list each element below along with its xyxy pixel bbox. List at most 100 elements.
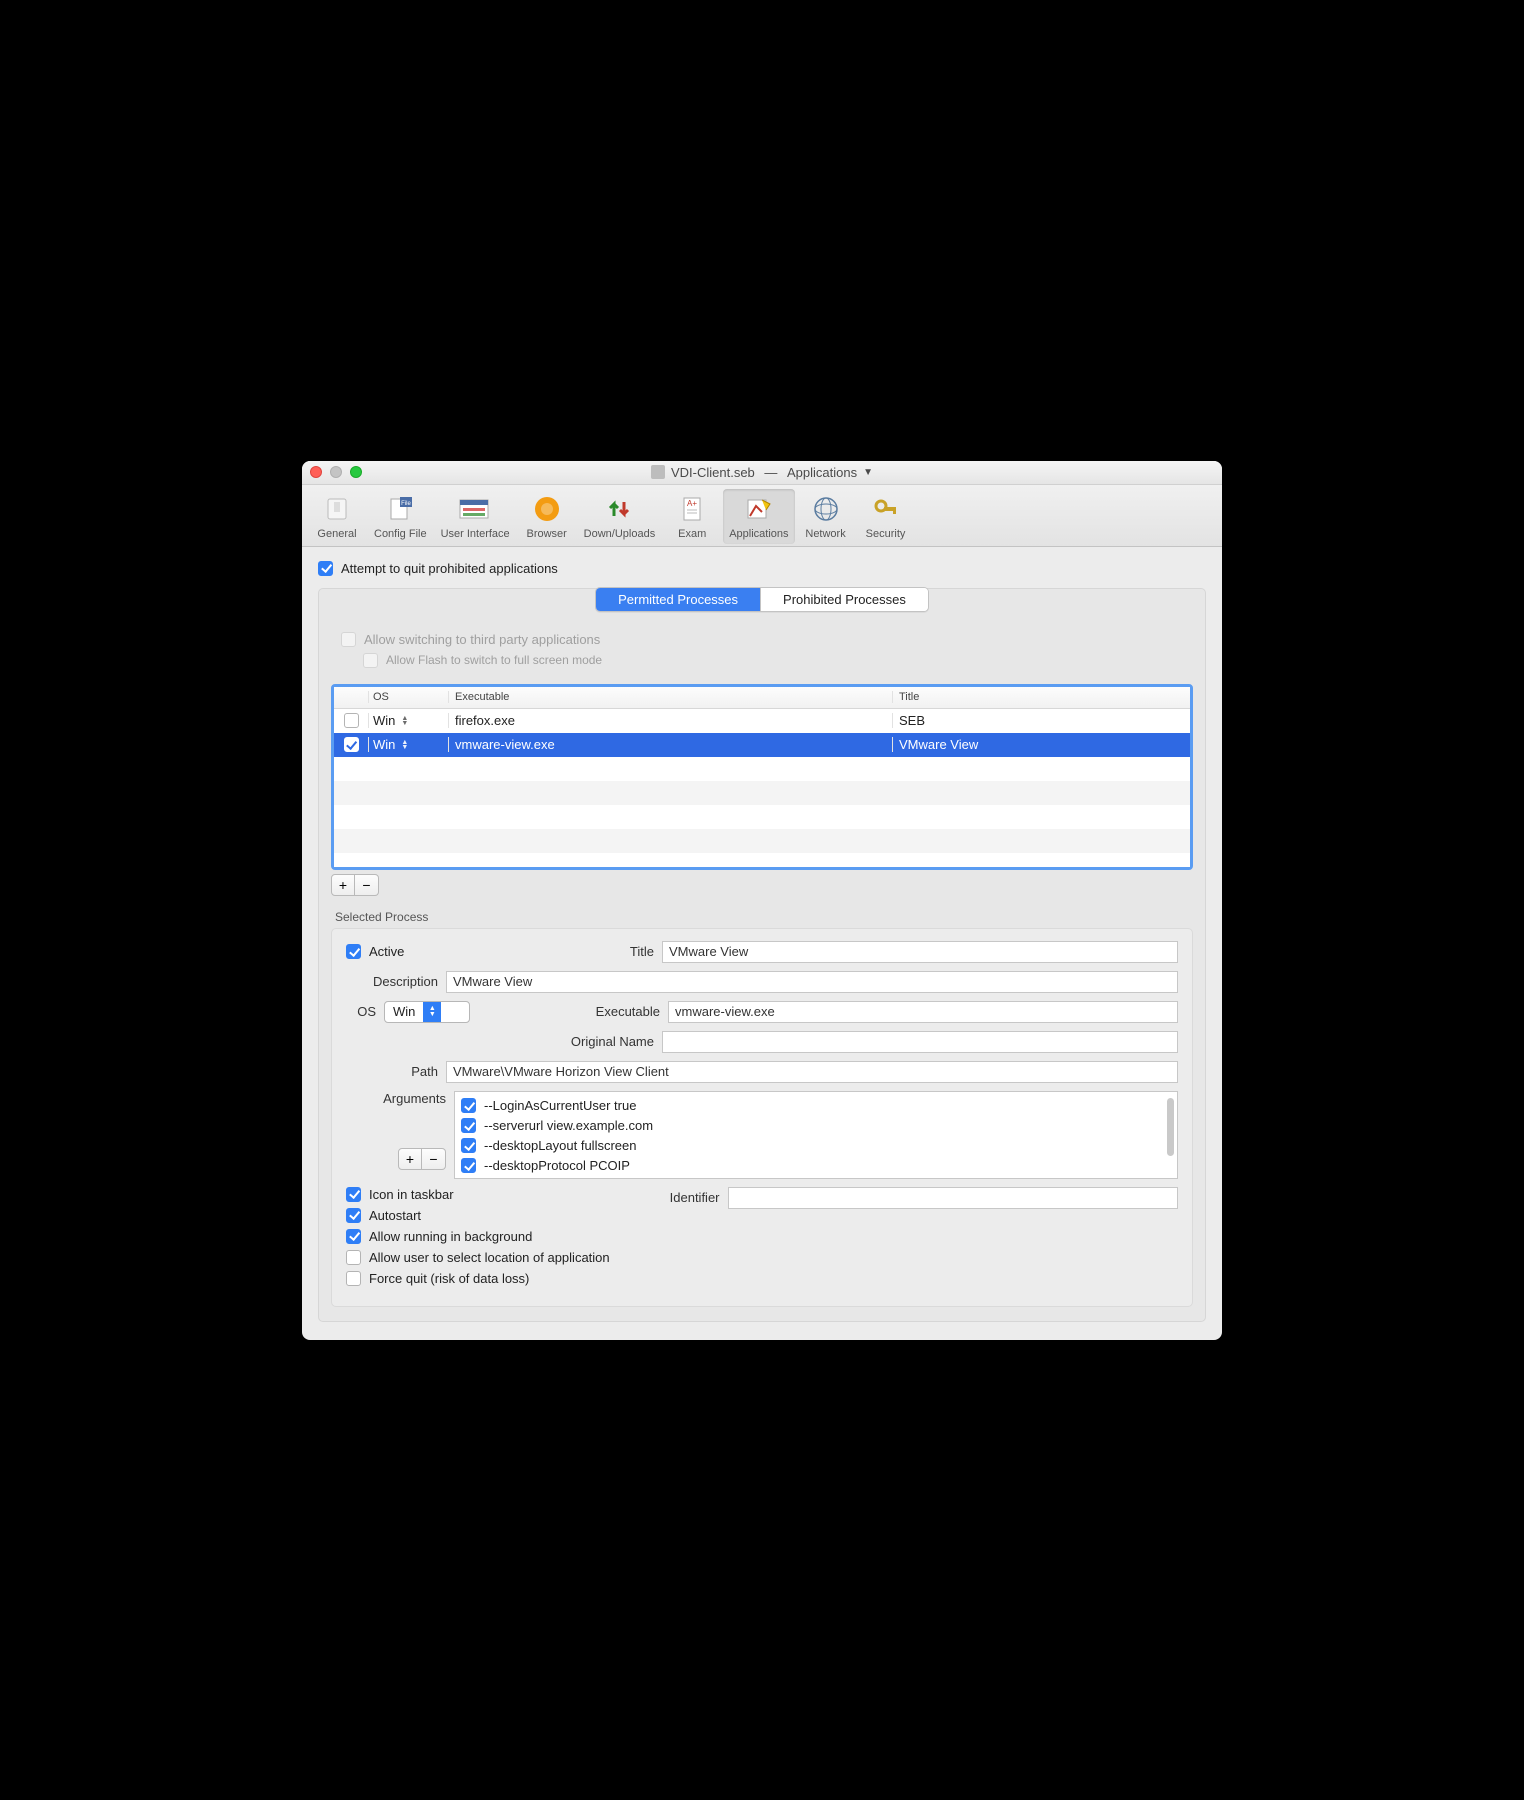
active-checkbox[interactable] — [346, 944, 361, 959]
allow-bg-label: Allow running in background — [369, 1229, 532, 1244]
processes-table: OS Executable Title Win ▲▼ firefox.exe SE… — [331, 684, 1193, 870]
active-label: Active — [369, 944, 404, 959]
tab-label: Security — [866, 528, 906, 540]
window: VDI-Client.seb — Applications ▼ General … — [302, 461, 1222, 1340]
remove-row-button[interactable]: − — [355, 874, 379, 896]
apps-icon — [742, 492, 776, 526]
arg-text: --serverurl view.example.com — [484, 1118, 653, 1133]
icon-taskbar-checkbox[interactable] — [346, 1187, 361, 1202]
row-os: Win — [373, 713, 395, 728]
table-header: OS Executable Title — [334, 687, 1190, 709]
tab-exam[interactable]: A+ Exam — [663, 489, 721, 544]
tab-general[interactable]: General — [308, 489, 366, 544]
os-select[interactable]: Win ▲▼ — [384, 1001, 470, 1023]
arg-text: --desktopProtocol PCOIP — [484, 1158, 630, 1173]
arguments-label: Arguments — [383, 1091, 446, 1106]
tab-user-interface[interactable]: User Interface — [435, 489, 516, 544]
row-exe: firefox.exe — [448, 713, 892, 728]
tab-applications[interactable]: Applications — [723, 489, 794, 544]
row-checkbox[interactable] — [344, 737, 359, 752]
row-title: SEB — [892, 713, 1172, 728]
tab-label: Browser — [527, 528, 567, 540]
tab-network[interactable]: Network — [797, 489, 855, 544]
os-value: Win — [393, 1004, 415, 1019]
arg-checkbox[interactable] — [461, 1138, 476, 1153]
arg-checkbox[interactable] — [461, 1098, 476, 1113]
executable-label: Executable — [478, 1004, 660, 1019]
switch-icon — [320, 492, 354, 526]
allow-switch-row: Allow switching to third party applicati… — [341, 632, 1187, 647]
title-input[interactable] — [662, 941, 1178, 963]
tab-down-uploads[interactable]: Down/Uploads — [578, 489, 662, 544]
selected-process-panel: Active Title Description OS Win ▲▼ Execu… — [331, 928, 1193, 1307]
description-input[interactable] — [446, 971, 1178, 993]
processes-segmented: Permitted Processes Prohibited Processes — [595, 587, 929, 612]
row-checkbox[interactable] — [344, 713, 359, 728]
os-label: OS — [346, 1004, 376, 1019]
path-input[interactable] — [446, 1061, 1178, 1083]
row-exe: vmware-view.exe — [448, 737, 892, 752]
tab-label: Exam — [678, 528, 706, 540]
args-add-remove: + − — [398, 1148, 446, 1170]
content: Attempt to quit prohibited applications … — [302, 547, 1222, 1340]
toolbar: General File Config File User Interface … — [302, 485, 1222, 547]
selected-process-label: Selected Process — [335, 910, 1193, 924]
file-icon: File — [383, 492, 417, 526]
row-os: Win — [373, 737, 395, 752]
table-add-remove: + − — [331, 874, 1193, 896]
description-label: Description — [346, 974, 438, 989]
allow-switch-checkbox — [341, 632, 356, 647]
arg-checkbox[interactable] — [461, 1158, 476, 1173]
original-name-label: Original Name — [346, 1034, 654, 1049]
attempt-quit-label: Attempt to quit prohibited applications — [341, 561, 558, 576]
tab-config-file[interactable]: File Config File — [368, 489, 433, 544]
identifier-label: Identifier — [670, 1190, 720, 1205]
browser-icon — [530, 492, 564, 526]
tab-label: Network — [805, 528, 845, 540]
stepper-icon[interactable]: ▲▼ — [401, 716, 408, 726]
tab-label: General — [317, 528, 356, 540]
icon-taskbar-label: Icon in taskbar — [369, 1187, 454, 1202]
sub-options: Allow switching to third party applicati… — [331, 614, 1193, 684]
autostart-checkbox[interactable] — [346, 1208, 361, 1223]
remove-arg-button[interactable]: − — [422, 1148, 446, 1170]
allow-switch-label: Allow switching to third party applicati… — [364, 632, 600, 647]
col-executable[interactable]: Executable — [448, 691, 892, 703]
original-name-input[interactable] — [662, 1031, 1178, 1053]
arg-checkbox[interactable] — [461, 1118, 476, 1133]
col-os[interactable]: OS — [368, 691, 448, 703]
row-title: VMware View — [892, 737, 1172, 752]
svg-text:A+: A+ — [687, 499, 697, 508]
table-row[interactable]: Win ▲▼ vmware-view.exe VMware View — [334, 733, 1190, 757]
attempt-quit-row[interactable]: Attempt to quit prohibited applications — [318, 561, 1206, 576]
allow-bg-checkbox[interactable] — [346, 1229, 361, 1244]
allow-flash-row: Allow Flash to switch to full screen mod… — [363, 653, 1187, 668]
attempt-quit-checkbox[interactable] — [318, 561, 333, 576]
document-icon — [651, 465, 665, 479]
tab-permitted-processes[interactable]: Permitted Processes — [596, 588, 760, 611]
force-quit-checkbox[interactable] — [346, 1271, 361, 1286]
add-arg-button[interactable]: + — [398, 1148, 422, 1170]
table-row[interactable]: Win ▲▼ firefox.exe SEB — [334, 709, 1190, 733]
allow-loc-checkbox[interactable] — [346, 1250, 361, 1265]
tab-security[interactable]: Security — [857, 489, 915, 544]
arguments-box[interactable]: --LoginAsCurrentUser true --serverurl vi… — [454, 1091, 1178, 1179]
identifier-input[interactable] — [728, 1187, 1178, 1209]
tab-label: Applications — [729, 528, 788, 540]
tab-prohibited-processes[interactable]: Prohibited Processes — [760, 588, 928, 611]
ui-icon — [458, 492, 492, 526]
path-label: Path — [346, 1064, 438, 1079]
scrollbar[interactable] — [1167, 1098, 1174, 1156]
table-body: Win ▲▼ firefox.exe SEB Win ▲▼ vmware-view.… — [334, 709, 1190, 867]
title-label: Title — [574, 944, 654, 959]
chevron-down-icon[interactable]: ▼ — [863, 467, 873, 478]
stepper-icon[interactable]: ▲▼ — [401, 740, 408, 750]
title-sep: — — [761, 465, 781, 480]
tab-browser[interactable]: Browser — [518, 489, 576, 544]
svg-text:File: File — [401, 501, 411, 507]
col-title[interactable]: Title — [892, 691, 1172, 703]
executable-input[interactable] — [668, 1001, 1178, 1023]
add-row-button[interactable]: + — [331, 874, 355, 896]
tab-label: Down/Uploads — [584, 528, 656, 540]
exam-icon: A+ — [675, 492, 709, 526]
